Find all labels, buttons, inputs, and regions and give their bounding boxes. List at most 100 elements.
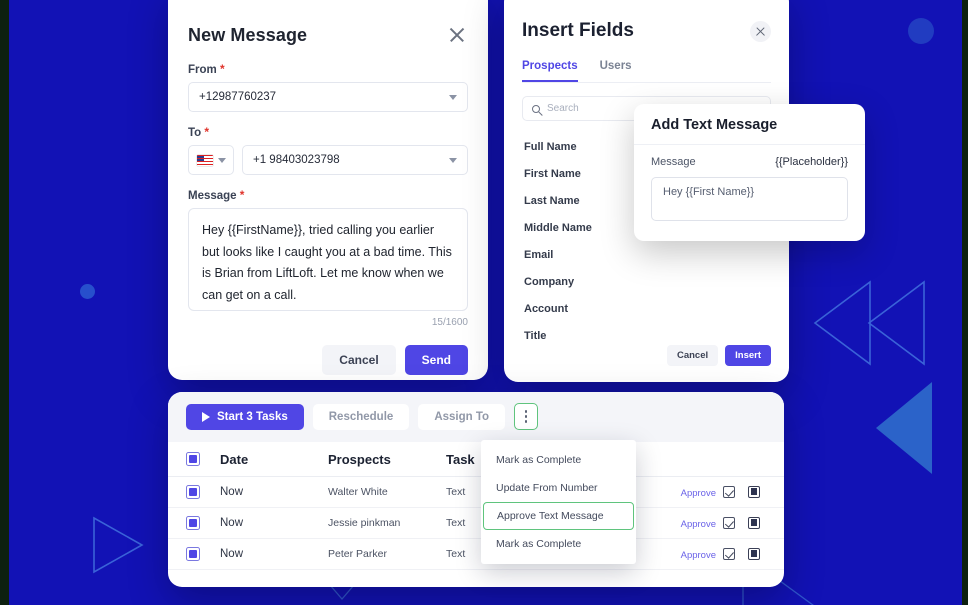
play-icon — [202, 411, 210, 422]
cancel-button[interactable]: Cancel — [666, 345, 719, 366]
chevron-down-icon — [449, 94, 457, 100]
assign-to-button[interactable]: Assign To — [418, 403, 506, 430]
tick-checkbox[interactable] — [723, 547, 735, 560]
from-select[interactable]: +12987760237 — [188, 82, 468, 112]
approve-link[interactable]: Approve — [681, 488, 716, 499]
row-checkbox[interactable] — [186, 484, 200, 499]
cancel-button[interactable]: Cancel — [322, 345, 396, 375]
from-label: From * — [188, 62, 225, 76]
table-row[interactable]: Now Walter White Text Approve — [168, 477, 784, 508]
left-edge-strip — [0, 0, 9, 605]
new-message-actions: Cancel Send — [188, 345, 468, 375]
table-header-row: Date Prospects Task — [168, 442, 784, 477]
to-row: +1 98403023798 — [188, 145, 468, 175]
to-phone-input[interactable]: +1 98403023798 — [242, 145, 468, 175]
page-title: Add Text Message — [651, 117, 778, 133]
decorative-double-chevron-icon — [813, 280, 925, 366]
more-vertical-icon[interactable] — [514, 403, 539, 430]
cell-tick — [716, 483, 742, 501]
required-marker: * — [239, 188, 245, 202]
reschedule-button[interactable]: Reschedule — [312, 403, 410, 430]
cell-stop — [742, 483, 766, 501]
to-label: To * — [188, 125, 210, 139]
list-item[interactable]: Email — [522, 241, 771, 268]
menu-item-update-from-number[interactable]: Update From Number — [481, 474, 636, 502]
insert-button[interactable]: Insert — [725, 345, 771, 366]
select-all-checkbox-cell — [186, 450, 220, 468]
search-placeholder: Search — [547, 103, 579, 114]
cell-approve: Approve — [656, 483, 716, 501]
cell-date: Now — [220, 548, 244, 560]
add-text-message-body: Message {{Placeholder}} Hey {{First Name… — [634, 145, 865, 221]
tasks-table: Date Prospects Task Now Walter White Tex… — [168, 442, 784, 570]
decorative-solid-triangle — [876, 382, 932, 474]
new-message-header: New Message — [188, 0, 468, 46]
decorative-dot — [80, 284, 95, 299]
tab-prospects[interactable]: Prospects — [522, 60, 578, 82]
country-select[interactable] — [188, 145, 234, 175]
close-icon[interactable] — [446, 24, 468, 46]
tasks-panel: Start 3 Tasks Reschedule Assign To Date … — [168, 392, 784, 587]
send-button[interactable]: Send — [404, 345, 468, 375]
list-item[interactable]: Company — [522, 268, 771, 295]
row-checkbox[interactable] — [186, 546, 200, 561]
cell-prospect: Jessie pinkman — [328, 517, 401, 529]
insert-fields-actions: Cancel Insert — [666, 345, 771, 366]
cell-prospect: Peter Parker — [328, 548, 387, 560]
decorative-play-triangle — [93, 516, 144, 574]
cell-stop — [742, 545, 766, 563]
column-header-date: Date — [220, 451, 249, 467]
decorative-dot-right — [908, 18, 934, 44]
list-item[interactable]: Account — [522, 295, 771, 322]
from-value: +12987760237 — [199, 91, 277, 103]
stop-checkbox[interactable] — [748, 485, 760, 498]
add-text-message-header: Add Text Message — [634, 104, 865, 145]
cell-tick — [716, 514, 742, 532]
approve-link[interactable]: Approve — [681, 550, 716, 561]
menu-item-mark-as-complete[interactable]: Mark as Complete — [481, 446, 636, 474]
message-label: Message — [651, 156, 696, 168]
message-textarea[interactable]: Hey {{FirstName}}, tried calling you ear… — [188, 208, 468, 311]
row-checkbox[interactable] — [186, 515, 200, 530]
start-tasks-button[interactable]: Start 3 Tasks — [186, 403, 304, 430]
table-row[interactable]: Now Jessie pinkman Text Approve — [168, 508, 784, 539]
new-message-dialog: New Message From * +12987760237 To * +1 … — [168, 0, 488, 380]
placeholder-token[interactable]: {{Placeholder}} — [775, 156, 848, 168]
menu-item-approve-text-message[interactable]: Approve Text Message — [483, 502, 634, 530]
close-icon[interactable] — [750, 20, 771, 42]
select-all-checkbox[interactable] — [186, 451, 200, 466]
cell-tick — [716, 545, 742, 563]
app-background: New Message From * +12987760237 To * +1 … — [0, 0, 968, 605]
message-input[interactable]: Hey {{First Name}} — [651, 177, 848, 221]
tab-users[interactable]: Users — [600, 60, 632, 82]
chevron-down-icon — [217, 157, 226, 163]
cell-approve: Approve — [656, 545, 716, 563]
stop-checkbox[interactable] — [748, 547, 760, 560]
required-marker: * — [219, 62, 225, 76]
page-title: New Message — [188, 24, 308, 45]
required-marker: * — [204, 125, 210, 139]
add-text-message-popup: Add Text Message Message {{Placeholder}}… — [634, 104, 865, 241]
task-context-menu: Mark as Complete Update From Number Appr… — [481, 440, 636, 564]
cell-date: Now — [220, 486, 244, 498]
page-title: Insert Fields — [522, 20, 634, 41]
us-flag-icon — [196, 154, 213, 166]
stop-checkbox[interactable] — [748, 516, 760, 529]
cell-prospect: Walter White — [328, 486, 388, 498]
right-edge-strip — [962, 0, 968, 605]
approve-link[interactable]: Approve — [681, 519, 716, 530]
tick-checkbox[interactable] — [723, 516, 735, 529]
cell-approve: Approve — [656, 514, 716, 532]
tick-checkbox[interactable] — [723, 485, 735, 498]
cell-date: Now — [220, 517, 244, 529]
cell-stop — [742, 514, 766, 532]
table-row[interactable]: Now Peter Parker Text Approve — [168, 539, 784, 570]
row-checkbox-cell — [186, 545, 220, 563]
message-row: Message {{Placeholder}} — [651, 156, 848, 168]
character-counter: 15/1600 — [431, 317, 468, 328]
search-icon — [532, 104, 540, 113]
menu-item-mark-as-complete-2[interactable]: Mark as Complete — [481, 530, 636, 558]
row-checkbox-cell — [186, 483, 220, 501]
column-header-prospects: Prospects — [328, 451, 391, 467]
to-value: +1 98403023798 — [253, 154, 340, 166]
